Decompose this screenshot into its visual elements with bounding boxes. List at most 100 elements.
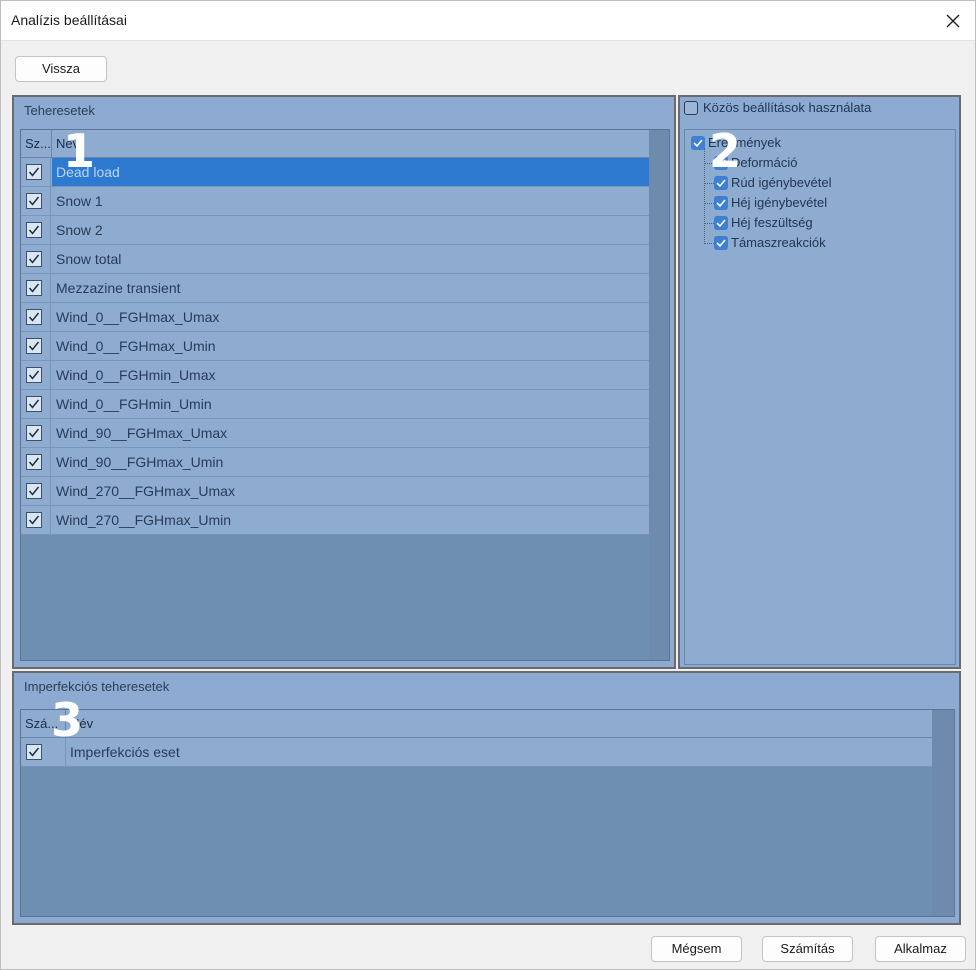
row-checkbox[interactable] (26, 367, 42, 383)
tree-item-label: Támaszreakciók (731, 235, 826, 250)
checkmark-icon (28, 747, 40, 757)
tree-connector (704, 223, 714, 224)
imperfections-scrollbar[interactable] (932, 710, 954, 916)
checkmark-icon (716, 199, 726, 208)
overlay-number-2: 2 (709, 124, 742, 178)
table-row[interactable]: Wind_270__FGHmax_Umin (21, 506, 649, 535)
row-checkbox-cell (21, 477, 51, 505)
table-row[interactable]: Wind_0__FGHmax_Umax (21, 303, 649, 332)
row-checkbox[interactable] (26, 280, 42, 296)
checkmark-icon (716, 219, 726, 228)
row-checkbox[interactable] (26, 164, 42, 180)
loadcases-panel: Teheresetek Sz... Név Dead load Snow 1 Sno… (12, 95, 676, 669)
checkmark-icon (28, 312, 40, 322)
column-header-name[interactable]: Név (52, 130, 649, 158)
analysis-settings-dialog: Analízis beállításai Vissza Teheresetek … (0, 0, 976, 970)
row-name: Snow 1 (56, 193, 103, 209)
checkmark-icon (716, 239, 726, 248)
table-row[interactable]: Snow 2 (21, 216, 649, 245)
common-settings-checkbox[interactable] (684, 101, 698, 115)
row-checkbox[interactable] (26, 454, 42, 470)
row-name: Wind_270__FGHmax_Umax (56, 483, 235, 499)
row-checkbox[interactable] (26, 309, 42, 325)
overlay-number-3: 3 (51, 693, 84, 747)
table-row[interactable]: Wind_90__FGHmax_Umin (21, 448, 649, 477)
row-name: Snow total (56, 251, 122, 267)
table-row[interactable]: Snow total (21, 245, 649, 274)
table-row[interactable]: Wind_0__FGHmax_Umin (21, 332, 649, 361)
table-row[interactable]: Wind_270__FGHmax_Umax (21, 477, 649, 506)
tree-item-checkbox[interactable] (714, 236, 728, 250)
row-checkbox[interactable] (26, 483, 42, 499)
tree-item-label: Héj igénybevétel (731, 195, 828, 210)
imperfections-grid-header: Szá... Név (21, 710, 932, 738)
row-name: Imperfekciós eset (70, 744, 180, 760)
row-checkbox-cell (21, 390, 51, 418)
tree-item-label: Rúd igénybevétel (731, 175, 832, 190)
imperfections-grid: Szá... Név Imperfekciós eset (20, 709, 955, 917)
row-name: Wind_0__FGHmax_Umax (56, 309, 220, 325)
column-header-number[interactable]: Sz... (21, 130, 52, 158)
common-settings-label: Közös beállítások használata (703, 100, 872, 115)
table-row[interactable]: Wind_0__FGHmin_Umin (21, 390, 649, 419)
imperfections-panel: Imperfekciós teheresetek Szá... Név Impe… (12, 671, 961, 925)
checkmark-icon (693, 139, 703, 148)
row-checkbox-cell (21, 187, 51, 215)
row-checkbox[interactable] (26, 251, 42, 267)
close-button[interactable] (935, 5, 971, 37)
row-checkbox[interactable] (26, 512, 42, 528)
row-name: Wind_0__FGHmin_Umin (56, 396, 212, 412)
tree-item-checkbox[interactable] (714, 196, 728, 210)
imperfections-panel-title: Imperfekciós teheresetek (24, 679, 170, 694)
tree-item-label: Héj feszültség (731, 215, 813, 230)
cancel-button[interactable]: Mégsem (651, 936, 742, 962)
row-checkbox[interactable] (26, 425, 42, 441)
table-row[interactable]: Dead load (21, 158, 649, 187)
checkmark-icon (28, 341, 40, 351)
row-name: Mezzazine transient (56, 280, 181, 296)
calculate-button[interactable]: Számítás (762, 936, 853, 962)
loadcases-scrollbar[interactable] (649, 130, 669, 660)
checkmark-icon (28, 283, 40, 293)
apply-button[interactable]: Alkalmaz (875, 936, 966, 962)
row-name: Wind_90__FGHmax_Umax (56, 425, 228, 441)
row-checkbox-cell (21, 448, 51, 476)
row-checkbox-cell (21, 506, 51, 534)
row-checkbox-cell (21, 158, 51, 186)
tree-connector (704, 183, 714, 184)
table-row[interactable]: Snow 1 (21, 187, 649, 216)
row-checkbox[interactable] (26, 744, 42, 760)
row-checkbox-cell (21, 303, 51, 331)
window-title: Analízis beállításai (11, 12, 127, 28)
row-name: Wind_90__FGHmax_Umin (56, 454, 224, 470)
results-tree: Eredmények Deformáció Rúd igénybevétel Héj… (684, 129, 956, 665)
row-checkbox[interactable] (26, 396, 42, 412)
row-checkbox[interactable] (26, 222, 42, 238)
row-checkbox[interactable] (26, 193, 42, 209)
row-checkbox-cell (21, 419, 51, 447)
row-checkbox-cell (21, 361, 51, 389)
tree-item-checkbox[interactable] (714, 176, 728, 190)
results-checkbox[interactable] (691, 136, 705, 150)
row-checkbox-cell (21, 245, 51, 273)
column-header-name[interactable]: Név (66, 710, 932, 738)
table-row[interactable]: Wind_90__FGHmax_Umax (21, 419, 649, 448)
back-button[interactable]: Vissza (15, 56, 107, 82)
table-row[interactable]: Wind_0__FGHmin_Umax (21, 361, 649, 390)
tree-connector (704, 243, 714, 244)
checkmark-icon (28, 399, 40, 409)
tree-connector (704, 203, 714, 204)
tree-item-checkbox[interactable] (714, 216, 728, 230)
table-row[interactable]: Mezzazine transient (21, 274, 649, 303)
row-name: Wind_0__FGHmin_Umax (56, 367, 216, 383)
row-name: Wind_270__FGHmax_Umin (56, 512, 232, 528)
checkmark-icon (28, 515, 40, 525)
overlay-number-1: 1 (63, 124, 96, 178)
row-name: Dead load (52, 158, 649, 186)
checkmark-icon (28, 457, 40, 467)
title-bar: Analízis beállításai (1, 1, 975, 41)
table-row[interactable]: Imperfekciós eset (21, 738, 932, 767)
checkmark-icon (28, 196, 40, 206)
row-checkbox[interactable] (26, 338, 42, 354)
close-icon (946, 14, 960, 28)
